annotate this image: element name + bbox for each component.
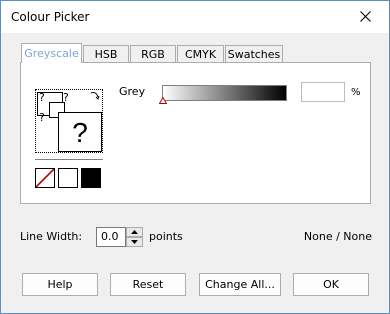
help-button[interactable]: Help <box>22 273 98 296</box>
none-slash-icon <box>36 169 54 187</box>
change-all-button[interactable]: Change All... <box>199 273 281 296</box>
tab-greyscale[interactable]: Greyscale <box>21 43 82 63</box>
grey-label: Grey <box>119 85 146 98</box>
resize-arrow-icon <box>90 92 100 100</box>
tab-cmyk[interactable]: CMYK <box>177 45 224 62</box>
ok-button[interactable]: OK <box>293 273 369 296</box>
grey-slider-handle-icon[interactable] <box>159 97 167 104</box>
preview-divider <box>35 159 103 160</box>
greyscale-panel: ? ? ? ? Grey % <box>20 62 371 204</box>
close-button[interactable] <box>343 1 389 33</box>
reset-button[interactable]: Reset <box>110 273 186 296</box>
line-width-input[interactable]: 0.0 <box>96 227 126 247</box>
preview-large-box: ? <box>58 112 102 152</box>
grey-percent-input[interactable] <box>301 82 345 102</box>
line-width-label: Line Width: <box>20 230 83 243</box>
tab-hsb[interactable]: HSB <box>83 45 129 62</box>
line-width-unit-label: points <box>149 230 183 243</box>
title-bar: Colour Picker <box>1 1 389 33</box>
preview-question-mark: ? <box>72 117 88 148</box>
swatch-black[interactable] <box>81 168 101 188</box>
close-icon <box>360 11 371 22</box>
swatch-white[interactable] <box>58 168 78 188</box>
tab-swatches[interactable]: Swatches <box>225 45 283 62</box>
colour-picker-dialog: Colour Picker Greyscale HSB RGB CMYK Swa… <box>0 0 390 314</box>
preview-question-mark: ? <box>39 111 45 124</box>
swatch-none[interactable] <box>35 168 55 188</box>
tab-rgb[interactable]: RGB <box>130 45 176 62</box>
chevron-up-icon <box>131 230 138 234</box>
line-width-decrease-button[interactable] <box>126 237 143 247</box>
percent-unit-label: % <box>351 87 361 98</box>
line-width-increase-button[interactable] <box>126 227 143 237</box>
grey-slider-track[interactable] <box>162 85 287 101</box>
chevron-down-icon <box>131 240 138 244</box>
preview-question-mark: ? <box>39 91 45 104</box>
fill-line-status-text: None / None <box>303 230 372 243</box>
colour-preview: ? ? ? ? <box>35 89 103 153</box>
window-title: Colour Picker <box>11 10 90 24</box>
